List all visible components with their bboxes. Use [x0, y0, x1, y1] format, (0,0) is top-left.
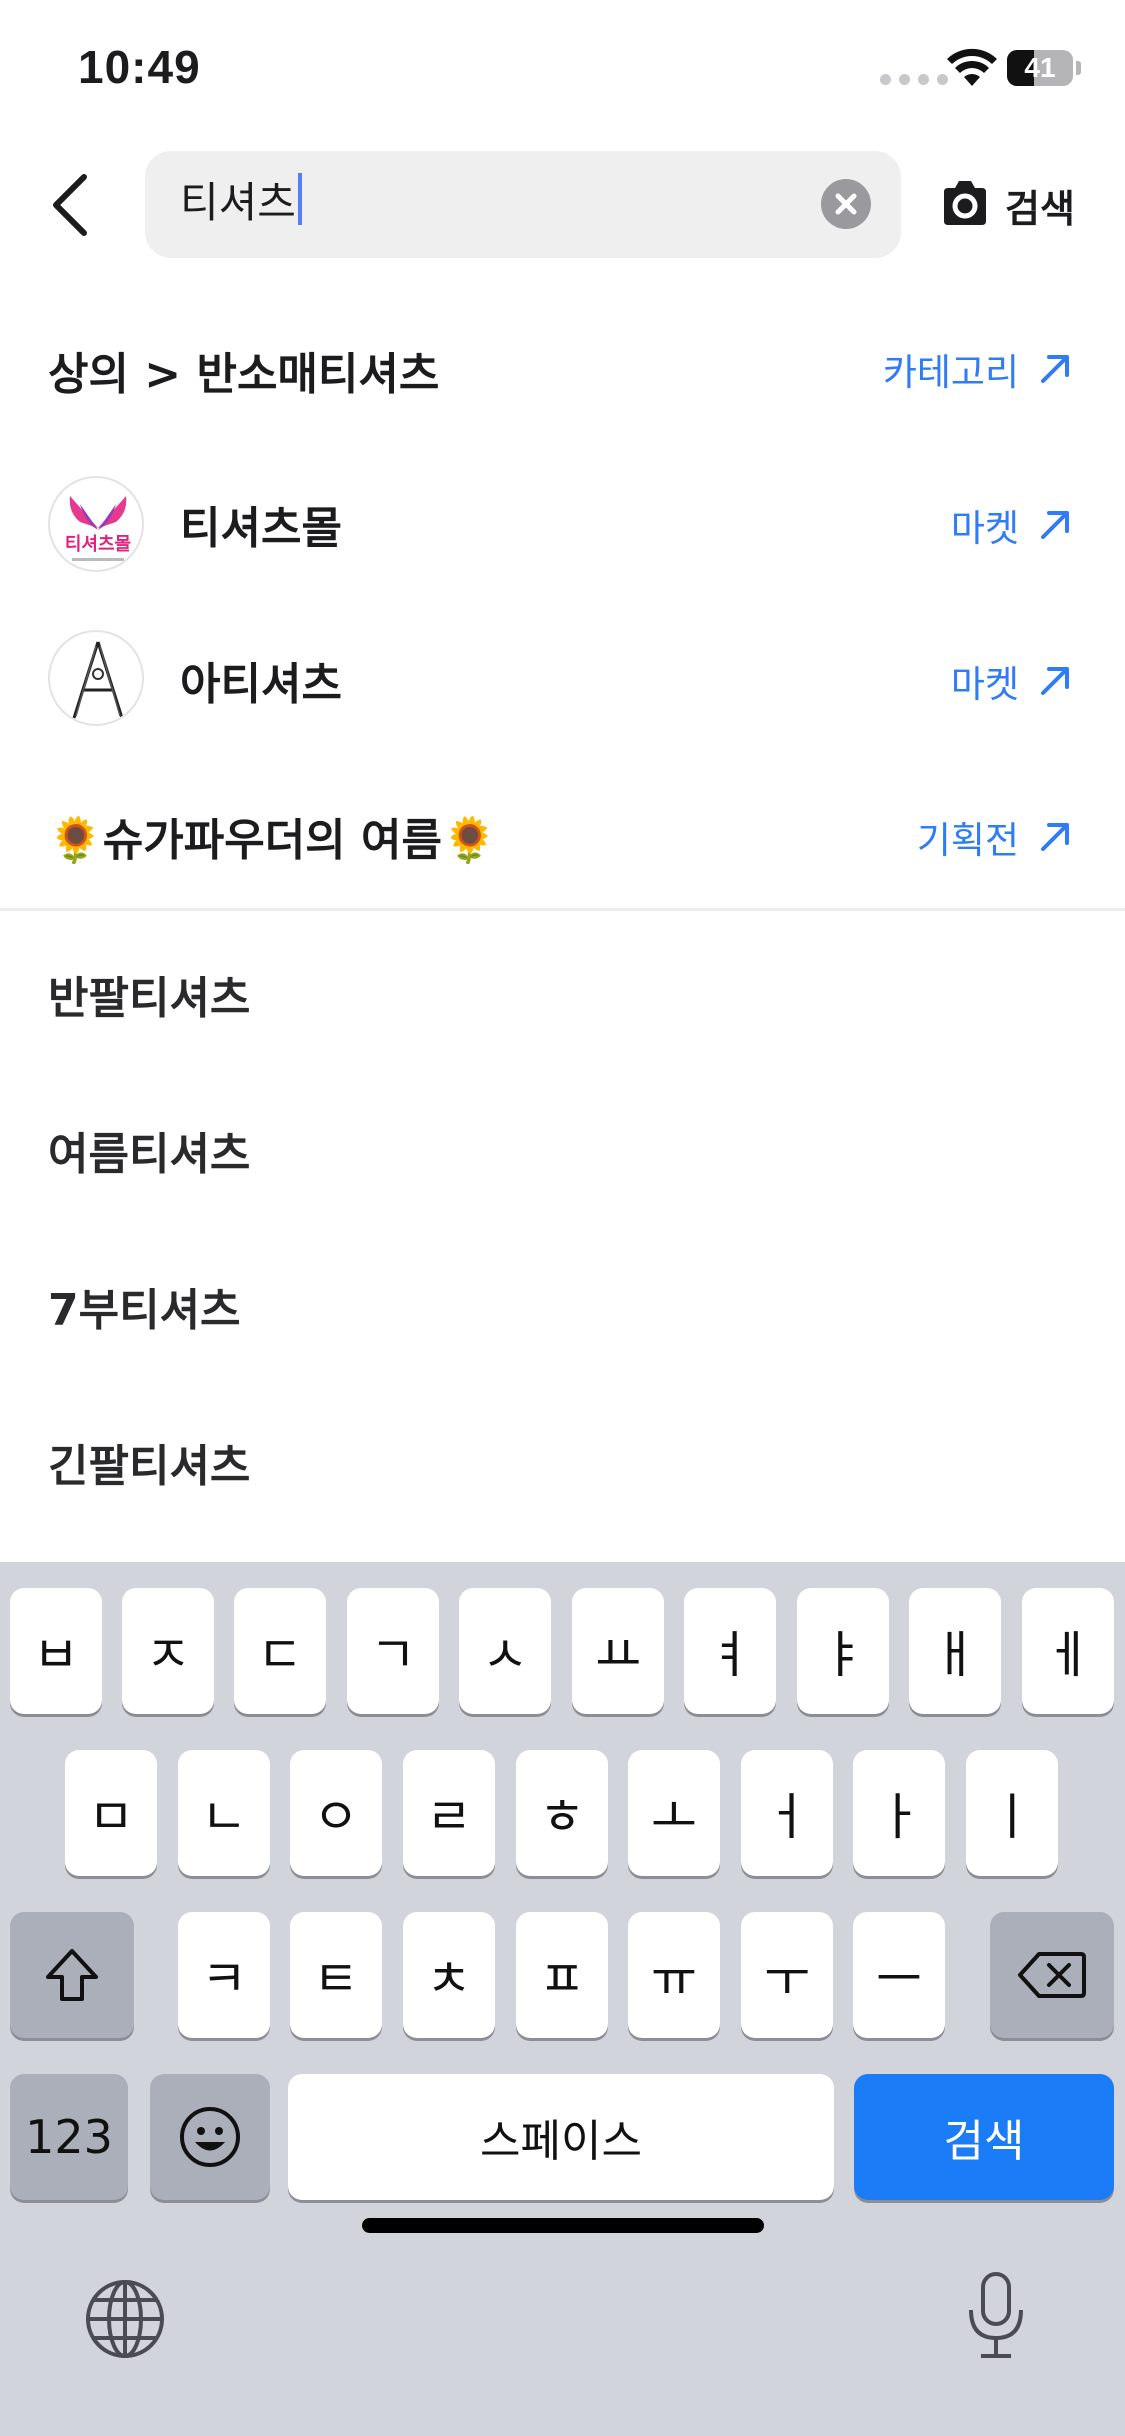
key[interactable]: ㅌ	[290, 1912, 382, 2038]
wifi-icon	[947, 48, 997, 86]
suggestion-category[interactable]: 상의 > 반소매티셔츠 카테고리	[0, 320, 1125, 420]
suggestion-market[interactable]: A 아티셔츠 마켓	[0, 626, 1125, 736]
search-input[interactable]: 티셔츠	[145, 151, 901, 258]
globe-icon[interactable]	[84, 2278, 166, 2360]
camera-button[interactable]	[940, 177, 990, 231]
market-logo: 티셔츠몰	[48, 476, 144, 572]
suggestion-tag: 마켓	[950, 663, 1019, 706]
key[interactable]: ㅊ	[403, 1912, 495, 2038]
key[interactable]: ㅓ	[741, 1750, 833, 1876]
key[interactable]: ㅐ	[909, 1588, 1001, 1714]
key[interactable]: ㅕ	[684, 1588, 776, 1714]
space-key-label: 스페이스	[480, 2116, 642, 2167]
arrow-up-right-icon	[1041, 355, 1069, 383]
suggestion-title: 아티셔츠	[180, 659, 342, 710]
key[interactable]: ㅔ	[1022, 1588, 1114, 1714]
back-button[interactable]	[40, 165, 100, 245]
key[interactable]: ㅎ	[516, 1750, 608, 1876]
key[interactable]: ㄷ	[234, 1588, 326, 1714]
cellular-signal-icon	[880, 74, 948, 85]
key[interactable]: ㅂ	[10, 1588, 102, 1714]
text-caret	[297, 173, 302, 225]
key[interactable]: ㅋ	[178, 1912, 270, 2038]
search-button[interactable]: 검색	[1005, 178, 1075, 233]
key[interactable]: ㅑ	[797, 1588, 889, 1714]
market-logo: A	[48, 630, 144, 726]
numbers-key-label: 123	[25, 2110, 113, 2164]
key[interactable]: ㅇ	[290, 1750, 382, 1876]
suggestion-title: 티셔츠몰	[180, 503, 342, 554]
key[interactable]: ㅏ	[853, 1750, 945, 1876]
battery-icon: 41	[1007, 50, 1081, 86]
keyword-suggestion[interactable]: 여름티셔츠	[48, 1118, 250, 1182]
market-logo-text: A	[97, 722, 99, 725]
korean-keyboard: ㅂ ㅈ ㄷ ㄱ ㅅ ㅛ ㅕ ㅑ ㅐ ㅔ ㅁ ㄴ ㅇ ㄹ ㅎ ㅗ ㅓ ㅏ ㅣ ㅋ …	[0, 1562, 1125, 2436]
key[interactable]: ㄴ	[178, 1750, 270, 1876]
key[interactable]: ㅡ	[853, 1912, 945, 2038]
key[interactable]: ㅈ	[122, 1588, 214, 1714]
shift-key[interactable]	[10, 1912, 134, 2038]
battery-percent: 41	[1024, 52, 1056, 83]
emoji-key[interactable]	[150, 2074, 270, 2200]
numbers-key[interactable]: 123	[10, 2074, 128, 2200]
key[interactable]: ㅜ	[741, 1912, 833, 2038]
suggestion-title: 🌻슈가파우더의 여름🌻	[48, 815, 497, 866]
key[interactable]: ㅍ	[516, 1912, 608, 2038]
clear-icon	[835, 193, 857, 215]
delete-icon	[1018, 1952, 1086, 1998]
key[interactable]: ㅅ	[459, 1588, 551, 1714]
keyword-suggestion[interactable]: 반팔티셔츠	[48, 962, 250, 1026]
microphone-icon[interactable]	[965, 2270, 1027, 2362]
section-divider	[0, 908, 1125, 911]
arrow-up-right-icon	[1041, 823, 1069, 851]
clear-button[interactable]	[821, 179, 871, 229]
suggestion-exhibition[interactable]: 🌻슈가파우더의 여름🌻 기획전	[0, 790, 1125, 890]
status-bar: 10:49 41	[0, 0, 1125, 135]
keyword-suggestion[interactable]: 긴팔티셔츠	[48, 1430, 250, 1494]
arrow-up-right-icon	[1041, 511, 1069, 539]
key[interactable]: ㅣ	[966, 1750, 1058, 1876]
keyword-suggestion[interactable]: 7부티셔츠	[48, 1274, 241, 1338]
space-key[interactable]: 스페이스	[288, 2074, 834, 2200]
delete-key[interactable]	[990, 1912, 1114, 2038]
key[interactable]: ㅗ	[628, 1750, 720, 1876]
return-key[interactable]: 검색	[854, 2074, 1114, 2200]
suggestion-tag: 카테고리	[882, 351, 1019, 394]
arrow-up-right-icon	[1041, 667, 1069, 695]
market-logo-text: 티셔츠몰	[65, 534, 131, 555]
shift-icon	[46, 1949, 98, 2001]
suggestion-market[interactable]: 티셔츠몰 티셔츠몰 마켓	[0, 470, 1125, 580]
suggestion-tag: 기획전	[916, 819, 1019, 862]
camera-icon	[944, 181, 986, 225]
key[interactable]: ㄱ	[347, 1588, 439, 1714]
suggestion-title: 상의 > 반소매티셔츠	[48, 349, 440, 400]
suggestion-tag: 마켓	[950, 507, 1019, 550]
key[interactable]: ㅁ	[65, 1750, 157, 1876]
key[interactable]: ㅠ	[628, 1912, 720, 2038]
home-indicator	[362, 2218, 764, 2233]
emoji-icon	[180, 2107, 240, 2167]
search-query: 티셔츠	[180, 178, 296, 227]
return-key-label: 검색	[943, 2116, 1025, 2167]
key[interactable]: ㅛ	[572, 1588, 664, 1714]
key[interactable]: ㄹ	[403, 1750, 495, 1876]
back-chevron-icon	[53, 174, 87, 236]
status-time: 10:49	[78, 41, 201, 93]
